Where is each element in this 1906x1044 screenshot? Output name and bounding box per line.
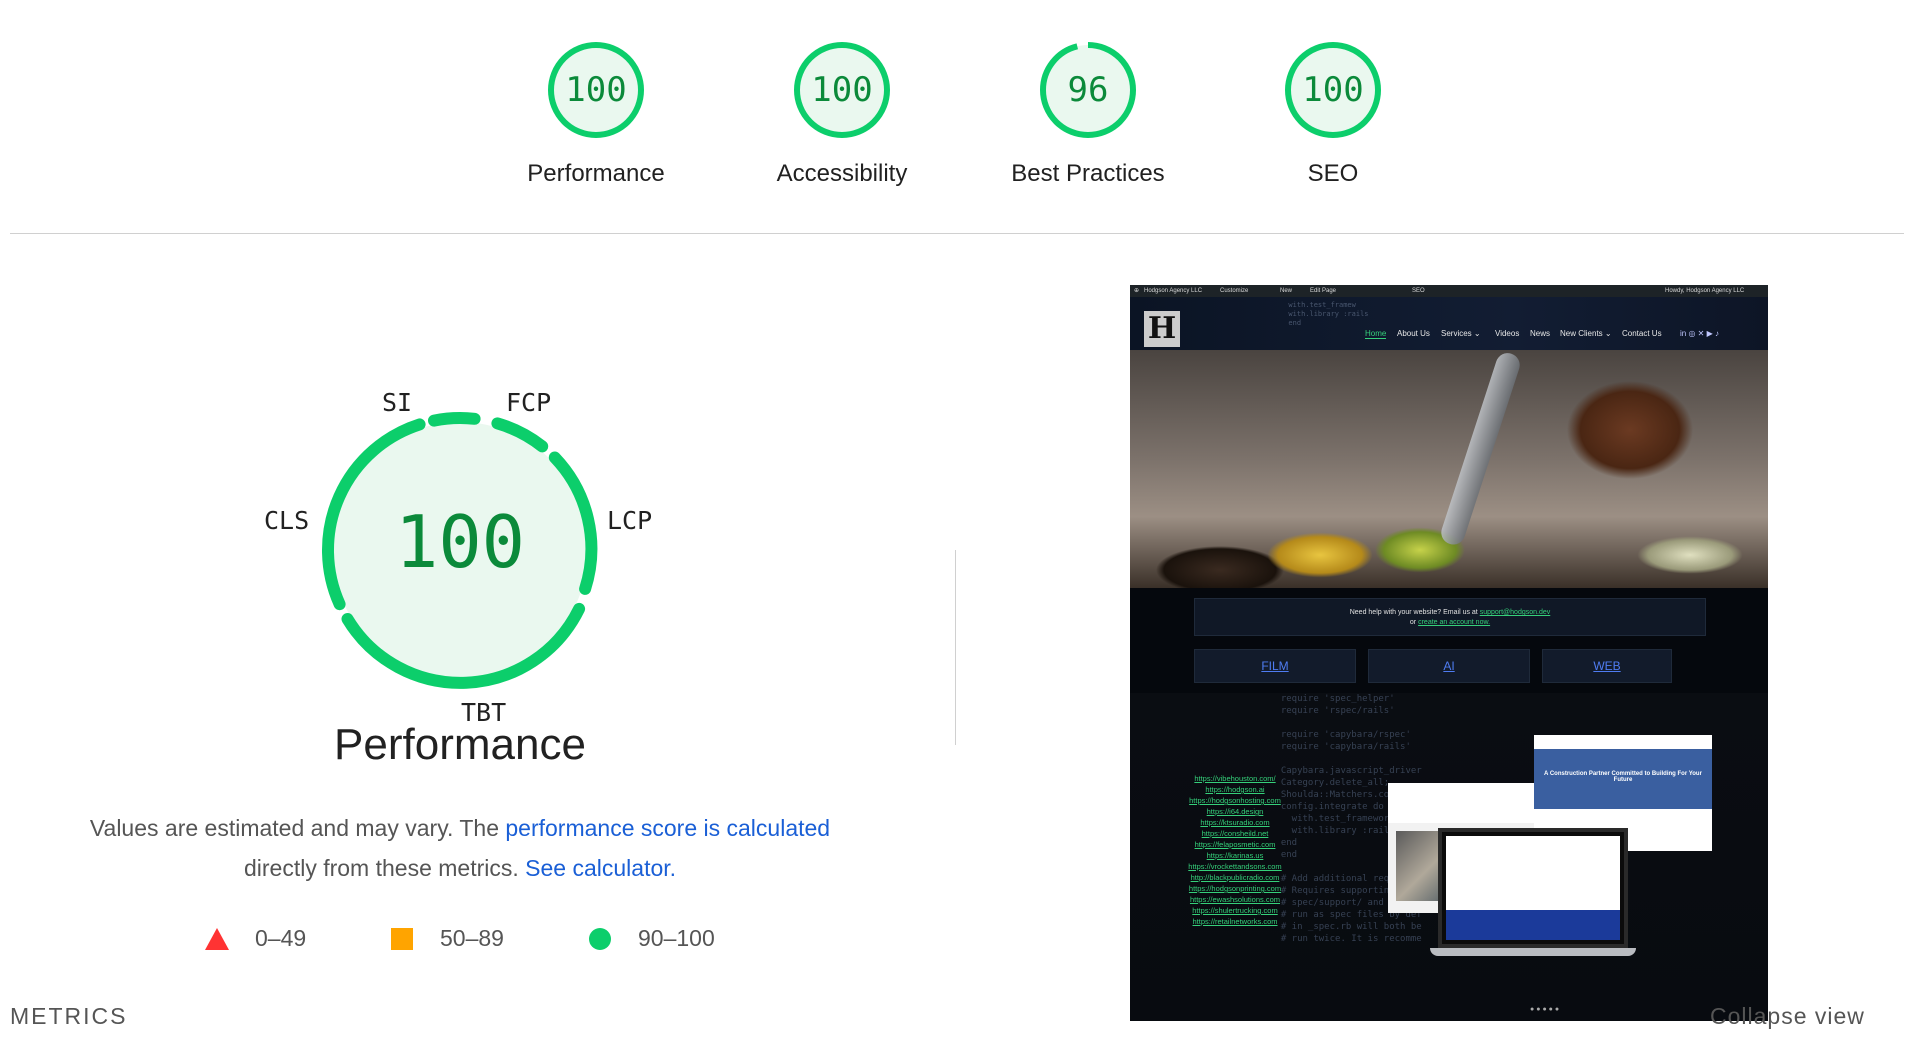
help-banner: Need help with your website? Email us at… xyxy=(1194,598,1706,636)
nav-home: Home xyxy=(1365,329,1387,339)
client-link: https://ewashsolutions.com xyxy=(1189,895,1281,904)
metric-label-lcp: LCP xyxy=(607,506,653,535)
gauge-score: 96 xyxy=(1067,70,1109,110)
client-link: https://i64.design xyxy=(1206,807,1264,816)
help-text: Need help with your website? Email us at xyxy=(1349,609,1478,616)
vertical-divider xyxy=(955,550,956,745)
client-link: https://hodgsonprinting.com xyxy=(1188,884,1282,893)
wordpress-icon: ⊕ xyxy=(1134,288,1140,294)
gauge-score: 100 xyxy=(1302,70,1364,110)
score-legend: 0–49 50–89 90–100 xyxy=(0,925,920,961)
collapse-view-toggle[interactable]: Collapse view xyxy=(1710,1003,1865,1030)
laptop-screen xyxy=(1446,836,1620,940)
create-account-link: create an account now. xyxy=(1418,619,1491,626)
portfolio-section: require 'spec_helper' require 'rspec/rai… xyxy=(1130,693,1768,1021)
performance-score: 100 xyxy=(394,500,526,584)
adminbar-site: Hodgson Agency LLC xyxy=(1144,288,1203,294)
client-link: https://ktsuradio.com xyxy=(1200,818,1270,827)
legend-pass-label: 90–100 xyxy=(638,925,715,951)
nav-videos: Videos xyxy=(1495,329,1520,338)
nav-services: Services ⌄ xyxy=(1441,329,1481,338)
client-link: http://blackpublicradio.com xyxy=(1190,873,1280,882)
performance-description: Values are estimated and may vary. The p… xyxy=(40,808,880,888)
gauge-label: Best Practices xyxy=(1011,160,1165,187)
metric-label-si: SI xyxy=(382,388,413,417)
performance-gauge: 100 xyxy=(280,370,640,740)
legend-fail-label: 0–49 xyxy=(255,925,307,951)
gauge-score: 100 xyxy=(565,70,627,110)
site-logo: H xyxy=(1144,311,1180,347)
laptop-base xyxy=(1430,948,1636,956)
section-divider xyxy=(10,233,1904,234)
client-link: https://felaposmetic.com xyxy=(1194,840,1276,849)
header-code-background: with.test_framew with.library :rails end xyxy=(1288,301,1369,327)
ai-button: AI xyxy=(1368,649,1530,683)
legend-pass: 90–100 xyxy=(588,925,715,952)
gauge-label: Performance xyxy=(527,160,665,187)
average-square-icon xyxy=(391,927,413,950)
gauge-performance[interactable]: 100 Performance xyxy=(496,40,696,188)
social-icons: in ◎ ✕ ▶ ♪ xyxy=(1680,329,1719,338)
category-gauges: 100 Performance 100 Accessibility 96 Bes… xyxy=(0,40,1906,210)
gauge-ring: 100 xyxy=(546,40,646,140)
adminbar-new: New xyxy=(1280,288,1293,294)
client-link: https://vrockettandsons.com xyxy=(1188,862,1282,871)
carousel-dots: ●●●●● xyxy=(1530,1006,1562,1013)
gauge-ring: 96 xyxy=(1038,40,1138,140)
client-link: https://karinas.us xyxy=(1206,851,1264,860)
client-link: https://hodgsonhosting.com xyxy=(1189,796,1281,805)
knife-blade xyxy=(1438,350,1523,548)
help-email-link: support@hodgson.dev xyxy=(1479,609,1551,616)
pass-circle-icon xyxy=(589,927,611,950)
hero-image xyxy=(1130,350,1768,588)
client-link: https://vibehouston.com/ xyxy=(1194,774,1276,783)
gauge-ring: 100 xyxy=(792,40,892,140)
nav-news: News xyxy=(1530,329,1551,338)
metrics-heading: METRICS xyxy=(10,1003,128,1029)
gauge-seo[interactable]: 100 SEO xyxy=(1233,40,1433,188)
description-text: Values are estimated and may vary. The xyxy=(89,815,506,841)
nav-about: About Us xyxy=(1397,329,1430,338)
help-or: or xyxy=(1409,619,1417,626)
description-text-2: directly from these metrics. xyxy=(243,855,526,881)
score-calculated-link[interactable]: performance score is calculated xyxy=(505,815,830,841)
mockup-card-headline: A Construction Partner Committed to Buil… xyxy=(1534,749,1712,809)
metric-label-cls: CLS xyxy=(264,506,310,535)
adminbar-user: Howdy, Hodgson Agency LLC xyxy=(1665,288,1745,294)
web-button: WEB xyxy=(1542,649,1672,683)
nav-new-clients: New Clients ⌄ xyxy=(1560,329,1612,338)
gauge-label: Accessibility xyxy=(776,160,908,187)
client-link: https://shulertrucking.com xyxy=(1192,906,1278,915)
see-calculator-link[interactable]: See calculator. xyxy=(525,855,676,881)
client-link: https://hodgson.ai xyxy=(1205,785,1265,794)
client-links: https://vibehouston.com/ https://hodgson… xyxy=(1180,773,1290,927)
adminbar-seo: SEO xyxy=(1412,288,1425,294)
adminbar-customize: Customize xyxy=(1220,288,1249,294)
final-screenshot: ⊕ Hodgson Agency LLC Customize New Edit … xyxy=(1130,285,1768,1021)
legend-fail: 0–49 xyxy=(205,925,306,952)
metric-label-fcp: FCP xyxy=(506,388,552,417)
laptop-mockup xyxy=(1438,828,1628,948)
adminbar-edit: Edit Page xyxy=(1310,288,1337,294)
nav-contact: Contact Us xyxy=(1622,329,1662,338)
site-header: with.test_framew with.library :rails end… xyxy=(1130,297,1768,350)
fail-triangle-icon xyxy=(205,927,229,950)
gauge-best-practices[interactable]: 96 Best Practices xyxy=(988,40,1188,188)
performance-title: Performance xyxy=(334,720,586,769)
legend-average: 50–89 xyxy=(390,925,504,952)
legend-average-label: 50–89 xyxy=(440,925,504,951)
si-arc xyxy=(428,412,481,427)
film-button: FILM xyxy=(1194,649,1356,683)
gauge-accessibility[interactable]: 100 Accessibility xyxy=(742,40,942,188)
gauge-ring: 100 xyxy=(1283,40,1383,140)
gauge-score: 100 xyxy=(811,70,873,110)
client-link: https://consheild.net xyxy=(1201,829,1269,838)
client-link: https://retailnetworks.com xyxy=(1192,917,1278,926)
gauge-label: SEO xyxy=(1307,160,1359,187)
wp-admin-bar: ⊕ Hodgson Agency LLC Customize New Edit … xyxy=(1130,285,1768,297)
